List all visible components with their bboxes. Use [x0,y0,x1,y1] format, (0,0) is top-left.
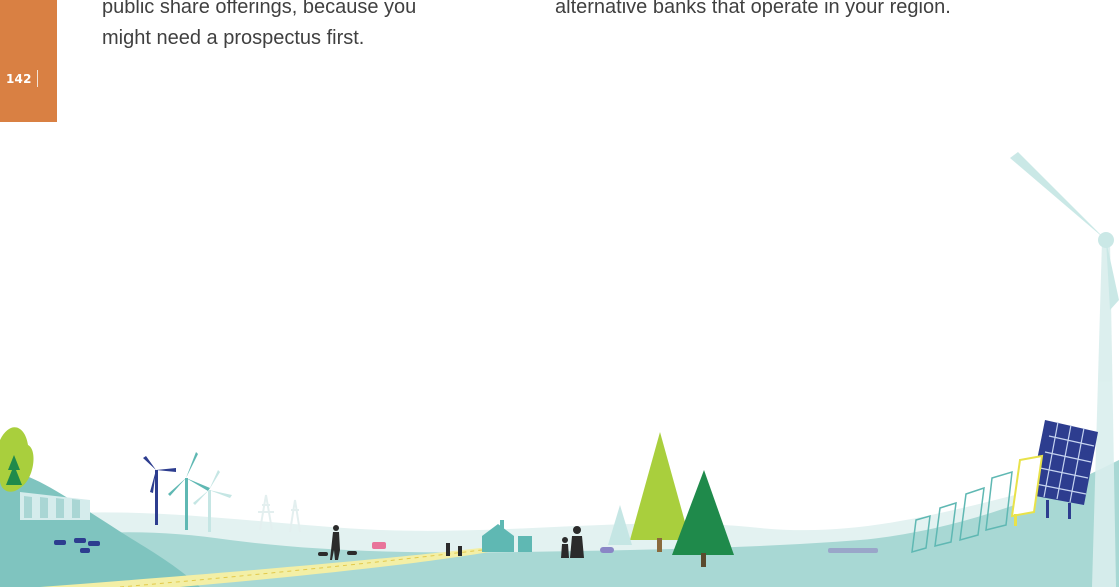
train-icon [828,548,878,553]
dam-icon [20,492,90,520]
car-icon [600,547,614,553]
car-icon [372,542,386,549]
house-icon [482,520,532,552]
renewable-energy-landscape-illustration [0,152,1119,587]
